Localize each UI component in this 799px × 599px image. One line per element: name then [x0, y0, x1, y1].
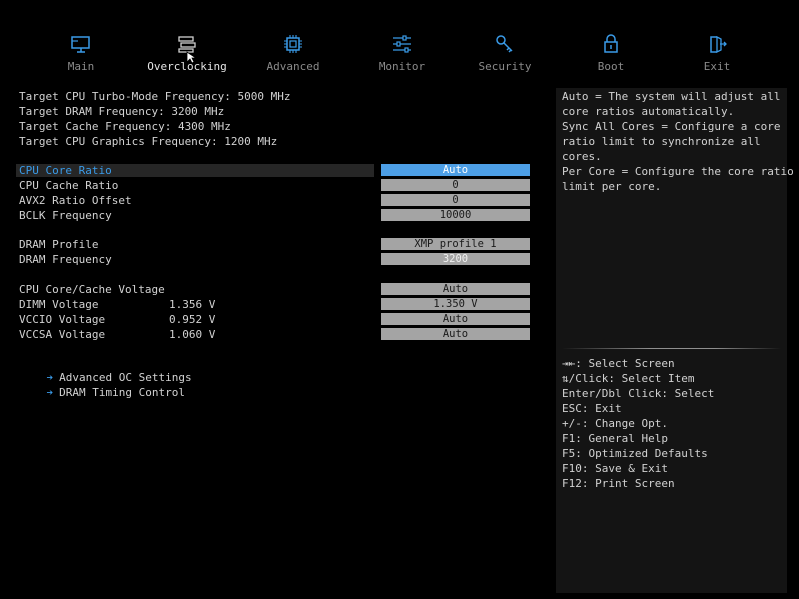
tab-exit[interactable]: Exit — [672, 34, 762, 73]
help-text-line: Per Core = Configure the core ratio — [562, 165, 794, 178]
mouse-pointer-icon — [186, 51, 196, 64]
cpu-core-cache-voltage-value[interactable]: Auto — [381, 283, 530, 295]
tab-advanced-label: Advanced — [266, 60, 320, 73]
key-icon — [496, 35, 513, 53]
target-cache-frequency: Target Cache Frequency: 4300 MHz — [19, 120, 231, 133]
tab-boot[interactable]: Boot — [566, 34, 656, 73]
cpu-cache-ratio-row[interactable]: CPU Cache Ratio 0 — [16, 179, 531, 193]
vccsa-voltage-row[interactable]: VCCSA Voltage 1.060 V Auto — [16, 328, 531, 342]
cpu-core-ratio-value[interactable]: Auto — [381, 164, 530, 176]
dimm-voltage-value[interactable]: 1.350 V — [381, 298, 530, 310]
submenu-dram-timing-control[interactable]: ➔ DRAM Timing Control — [20, 372, 185, 399]
arrow-right-icon: ➔ — [46, 386, 54, 399]
target-cpu-turbo-frequency: Target CPU Turbo-Mode Frequency: 5000 MH… — [19, 90, 291, 103]
key-hint-change-opt: +/-: Change Opt. — [562, 417, 668, 430]
target-dram-frequency: Target DRAM Frequency: 3200 MHz — [19, 105, 225, 118]
vccio-voltage-value[interactable]: Auto — [381, 313, 530, 325]
lock-icon — [604, 34, 618, 53]
key-hint-esc: ESC: Exit — [562, 402, 622, 415]
cpu-core-ratio-label: CPU Core Ratio — [19, 164, 112, 177]
avx2-ratio-offset-row[interactable]: AVX2 Ratio Offset 0 — [16, 194, 531, 208]
dimm-voltage-current: 1.356 V — [169, 298, 216, 311]
bclk-frequency-value[interactable]: 10000 — [381, 209, 530, 221]
help-text-line: core ratios automatically. — [562, 105, 735, 118]
dram-frequency-value[interactable]: 3200 — [381, 253, 530, 265]
dimm-voltage-row[interactable]: DIMM Voltage 1.356 V 1.350 V — [16, 298, 531, 312]
tab-security-label: Security — [478, 60, 532, 73]
help-text-line: Auto = The system will adjust all — [562, 90, 781, 103]
target-cpu-graphics-frequency: Target CPU Graphics Frequency: 1200 MHz — [19, 135, 278, 148]
tab-advanced[interactable]: Advanced — [248, 34, 338, 73]
key-hint-enter: Enter/Dbl Click: Select — [562, 387, 715, 400]
help-text-line: limit per core. — [562, 180, 662, 193]
vccio-voltage-label: VCCIO Voltage — [19, 313, 106, 326]
help-panel: Auto = The system will adjust all core r… — [556, 88, 794, 593]
tab-monitor-label: Monitor — [378, 60, 426, 73]
vccsa-voltage-value[interactable]: Auto — [381, 328, 530, 340]
submenu-advanced-oc-settings[interactable]: ➔ Advanced OC Settings — [20, 357, 192, 384]
cpu-core-ratio-row[interactable]: CPU Core Ratio Auto — [16, 164, 531, 178]
help-text-line: Sync All Cores = Configure a core — [562, 120, 781, 133]
sliders-icon — [393, 35, 411, 53]
tab-security[interactable]: Security — [460, 34, 550, 73]
key-hint-select-screen: ⇥⇤: Select Screen — [562, 357, 675, 370]
dimm-voltage-label: DIMM Voltage — [19, 298, 99, 311]
dram-profile-label: DRAM Profile — [19, 238, 99, 251]
tab-exit-label: Exit — [703, 60, 731, 73]
cpu-core-cache-voltage-row[interactable]: CPU Core/Cache Voltage Auto — [16, 283, 531, 297]
computer-icon — [71, 36, 90, 53]
settings-panel: Target CPU Turbo-Mode Frequency: 5000 MH… — [0, 84, 548, 599]
vccsa-voltage-label: VCCSA Voltage — [19, 328, 106, 341]
exit-icon — [710, 35, 727, 54]
key-hint-f12: F12: Print Screen — [562, 477, 675, 490]
tab-boot-label: Boot — [597, 60, 625, 73]
chip-icon — [284, 35, 302, 53]
dram-profile-value[interactable]: XMP profile 1 — [381, 238, 530, 250]
bclk-frequency-label: BCLK Frequency — [19, 209, 112, 222]
avx2-ratio-offset-label: AVX2 Ratio Offset — [19, 194, 132, 207]
dram-profile-row[interactable]: DRAM Profile XMP profile 1 — [16, 238, 531, 252]
top-nav: Main Overclocking Advanced Monitor Secur… — [0, 0, 799, 84]
cpu-cache-ratio-label: CPU Cache Ratio — [19, 179, 119, 192]
key-hint-select-item: ⇅/Click: Select Item — [562, 372, 695, 385]
tab-main-label: Main — [67, 60, 95, 73]
help-divider — [562, 348, 781, 349]
key-hint-f1: F1: General Help — [562, 432, 668, 445]
vccio-voltage-current: 0.952 V — [169, 313, 216, 326]
help-text-line: ratio limit to synchronize all — [562, 135, 761, 148]
avx2-ratio-offset-value[interactable]: 0 — [381, 194, 530, 206]
key-hint-f10: F10: Save & Exit — [562, 462, 668, 475]
dram-frequency-row[interactable]: DRAM Frequency 3200 — [16, 253, 531, 267]
help-text-line: cores. — [562, 150, 602, 163]
tab-monitor[interactable]: Monitor — [357, 34, 447, 73]
vccsa-voltage-current: 1.060 V — [169, 328, 216, 341]
key-hint-f5: F5: Optimized Defaults — [562, 447, 708, 460]
submenu-dram-timing-control-label: DRAM Timing Control — [59, 386, 185, 399]
cpu-core-cache-voltage-label: CPU Core/Cache Voltage — [19, 283, 165, 296]
bclk-frequency-row[interactable]: BCLK Frequency 10000 — [16, 209, 531, 223]
tab-main[interactable]: Main — [36, 34, 126, 73]
cpu-cache-ratio-value[interactable]: 0 — [381, 179, 530, 191]
dram-frequency-label: DRAM Frequency — [19, 253, 112, 266]
vccio-voltage-row[interactable]: VCCIO Voltage 0.952 V Auto — [16, 313, 531, 327]
